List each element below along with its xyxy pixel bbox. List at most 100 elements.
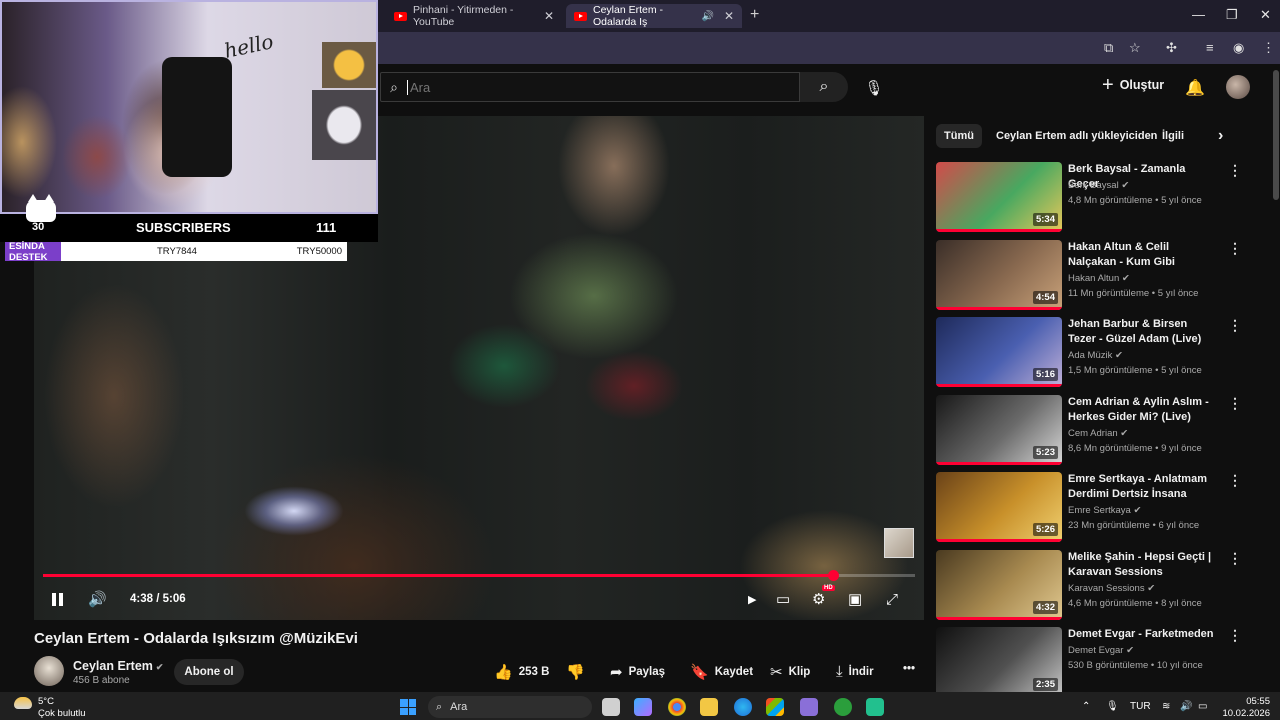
bookmark-star-icon[interactable]: ☆ [1129,40,1141,56]
save-button[interactable]: 🔖 Kaydet [690,663,753,681]
filter-chip-uploader[interactable]: Ceylan Ertem adlı yükleyiciden [988,124,1165,148]
language-indicator[interactable]: TUR [1130,701,1151,712]
create-button[interactable]: + Oluştur [1102,75,1164,95]
more-options-icon[interactable]: ⋮ [1228,395,1242,412]
menu-icon[interactable]: ⋮ [1262,40,1275,56]
copilot-icon[interactable] [634,698,652,716]
recommendation-title[interactable]: Cem Adrian & Aylin Aslım - Herkes Gider … [1068,395,1218,425]
microsoft-store-icon[interactable] [766,698,784,716]
recommendation-title[interactable]: Melike Şahin - Hepsi Geçti | Karavan Ses… [1068,550,1218,580]
recommendation-title[interactable]: Demet Evgar - Farketmeden [1068,627,1218,642]
volume-icon[interactable]: 🔊 [1180,701,1192,712]
channel-watermark[interactable] [884,528,914,558]
xbox-icon[interactable] [834,698,852,716]
video-thumbnail[interactable]: 5:34 [936,162,1062,232]
recommendation-item[interactable]: 4:54 Hakan Altun & Celil Nalçakan - Kum G… [936,240,1256,312]
chrome-icon[interactable] [668,698,686,716]
filter-chip-all[interactable]: Tümü [936,124,982,148]
voice-search-button[interactable]: 🎙 [860,74,888,102]
recommendation-item[interactable]: 5:34 Berk Baysal - Zamanla Geçer Berk Bays… [936,162,1256,234]
channel-avatar[interactable] [34,656,64,686]
media-control-icon[interactable]: ≡ [1206,40,1214,55]
microphone-icon[interactable]: 🎙 [1106,701,1119,712]
more-options-icon[interactable]: ⋮ [1228,240,1242,257]
scrollbar[interactable] [1273,70,1279,200]
search-box[interactable]: ⌕ [380,72,800,102]
clock-date[interactable]: 10.02.2026 [1220,708,1270,719]
fullscreen-icon[interactable]: ⤢ [886,588,898,610]
tab-ceylan-ertem[interactable]: Ceylan Ertem - Odalarda Iş 🔊 ✕ [566,4,742,28]
tray-chevron-up-icon[interactable]: ⌃ [1082,701,1090,712]
recommendation-channel[interactable]: Demet Evgar ✔ [1068,645,1134,656]
edge-icon[interactable] [734,698,752,716]
channel-name[interactable]: Ceylan Ertem ✔ [73,659,163,673]
task-view-icon[interactable] [602,698,620,716]
more-options-icon[interactable]: ⋮ [1228,162,1242,179]
subtitles-icon[interactable]: ▭ [776,588,790,610]
chevron-right-icon[interactable]: › [1210,124,1231,148]
recommendation-title[interactable]: Emre Sertkaya - Anlatmam Derdimi Dertsiz… [1068,472,1218,502]
more-options-icon[interactable]: ⋮ [1228,317,1242,334]
file-explorer-icon[interactable] [700,698,718,716]
download-button[interactable]: ⤓ İndir [836,663,874,680]
like-button[interactable]: 👍 253 B [494,663,549,681]
video-thumbnail[interactable]: 5:23 [936,395,1062,465]
video-thumbnail[interactable]: 5:26 [936,472,1062,542]
maximize-icon[interactable]: ❐ [1226,7,1238,23]
speaker-icon[interactable]: 🔊 [701,11,713,22]
video-thumbnail[interactable]: 4:54 [936,240,1062,310]
windows-start-icon[interactable] [400,699,416,715]
tab-pinhani[interactable]: Pinhani - Yitirmeden - YouTube ✕ [386,4,562,28]
pause-button[interactable] [52,588,63,610]
recommendation-title[interactable]: Jehan Barbur & Birsen Tezer - Güzel Adam… [1068,317,1218,347]
filter-chip-related[interactable]: İlgili [1154,124,1192,148]
new-tab-icon[interactable]: + [750,6,759,24]
recommendation-item[interactable]: 5:26 Emre Sertkaya - Anlatmam Derdimi Der… [936,472,1256,544]
close-icon[interactable]: ✕ [724,9,734,23]
window-close-icon[interactable]: ✕ [1260,7,1271,23]
recommendation-title[interactable]: Hakan Altun & Celil Nalçakan - Kum Gibi [1068,240,1218,270]
recommendation-channel[interactable]: Karavan Sessions ✔ [1068,583,1155,594]
clock-time[interactable]: 05:55 [1220,696,1270,707]
recommendation-channel[interactable]: Berk Baysal ✔ [1068,180,1129,191]
recommendation-item[interactable]: 5:23 Cem Adrian & Aylin Aslım - Herkes Gi… [936,395,1256,467]
next-video-icon[interactable]: ▶ [748,588,756,610]
weather-cloud-icon[interactable] [14,697,32,709]
recommendation-item[interactable]: 5:16 Jehan Barbur & Birsen Tezer - Güzel … [936,317,1256,389]
extensions-icon[interactable]: ✣ [1166,40,1177,56]
more-options-icon[interactable]: ⋮ [1228,550,1242,567]
recommendation-item[interactable]: 4:32 Melike Şahin - Hepsi Geçti | Karavan… [936,550,1256,622]
app-icon-green[interactable] [866,698,884,716]
subscribe-button[interactable]: Abone ol [174,659,244,685]
recommendation-channel[interactable]: Hakan Altun ✔ [1068,273,1130,284]
settings-gear-icon[interactable]: ⚙ HD [812,585,835,610]
more-options-icon[interactable]: ⋮ [1228,627,1242,644]
clip-button[interactable]: ✂ Klip [770,663,810,681]
search-button[interactable]: ⌕ [800,72,848,102]
search-input[interactable] [407,79,767,95]
notifications-bell-icon[interactable]: 🔔 [1185,78,1205,98]
cast-icon[interactable]: ⧉ [1104,40,1113,56]
share-button[interactable]: ➦ Paylaş [610,663,665,681]
more-actions-icon[interactable]: ••• [903,663,915,675]
app-icon[interactable] [800,698,818,716]
dislike-button[interactable]: 👎 [566,663,585,681]
progress-scrubber[interactable] [828,570,840,581]
recommendation-item[interactable]: 2:35 Demet Evgar - Farketmeden Demet Evgar… [936,627,1256,699]
video-thumbnail[interactable]: 5:16 [936,317,1062,387]
profile-icon[interactable]: ◉ [1233,40,1244,56]
more-options-icon[interactable]: ⋮ [1228,472,1242,489]
recommendation-channel[interactable]: Cem Adrian ✔ [1068,428,1128,439]
volume-icon[interactable]: 🔊 [88,588,107,610]
account-avatar[interactable] [1226,75,1250,99]
close-icon[interactable]: ✕ [544,9,554,23]
minimize-icon[interactable]: — [1192,7,1205,22]
video-thumbnail[interactable]: 4:32 [936,550,1062,620]
video-thumbnail[interactable]: 2:35 [936,627,1062,697]
recommendation-channel[interactable]: Emre Sertkaya ✔ [1068,505,1141,516]
recommendation-channel[interactable]: Ada Müzik ✔ [1068,350,1123,361]
wifi-icon[interactable]: ≋ [1162,701,1170,712]
battery-icon[interactable]: ▭ [1198,701,1207,712]
progress-bar[interactable] [43,570,915,581]
theater-mode-icon[interactable]: ▣ [848,588,862,610]
